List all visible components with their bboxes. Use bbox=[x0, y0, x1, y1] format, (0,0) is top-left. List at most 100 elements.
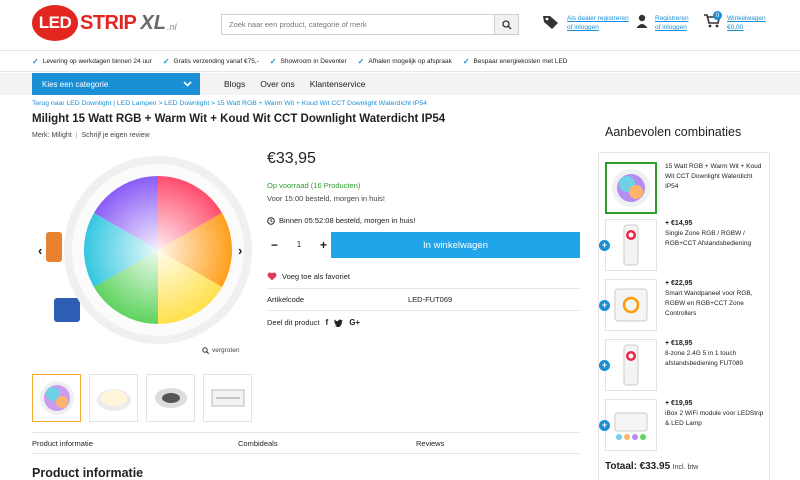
total-label: Totaal: bbox=[605, 461, 638, 472]
clock-icon bbox=[267, 216, 275, 225]
zoom-icon bbox=[202, 347, 209, 354]
combo-item[interactable]: 15 Watt RGB + Warm Wit + Koud Wit CCT Do… bbox=[605, 162, 765, 214]
quantity-stepper: − 1 + bbox=[267, 232, 331, 257]
twitter-icon[interactable] bbox=[334, 318, 344, 327]
article-code-row: Artikelcode LED-FUT069 bbox=[267, 288, 580, 311]
stock-status: Op voorraad (16 Producten) bbox=[267, 181, 361, 190]
site-header: LED STRIP XL .nl Als dealer registreren … bbox=[0, 0, 800, 50]
cart-count-badge: 0 bbox=[713, 11, 722, 20]
usp-item: ✓ Showroom in Deventer bbox=[270, 57, 347, 66]
tab-product-informatie[interactable]: Product informatie bbox=[32, 439, 93, 448]
gallery-prev-arrow[interactable]: ‹ bbox=[38, 243, 42, 258]
check-icon: ✓ bbox=[269, 56, 277, 66]
nav-item-klantenservice[interactable]: Klantenservice bbox=[310, 79, 366, 89]
add-favorite-button[interactable]: Voeg toe als favoriet bbox=[267, 272, 350, 281]
plus-icon[interactable]: + bbox=[599, 240, 610, 251]
dealer-login-link[interactable]: Als dealer registreren of inloggen bbox=[542, 14, 629, 32]
combo-item-image bbox=[605, 399, 657, 451]
account-link[interactable]: Registreren of inloggen bbox=[636, 14, 689, 32]
add-to-cart-button[interactable]: In winkelwagen bbox=[331, 232, 580, 258]
combo-panel: 15 Watt RGB + Warm Wit + Koud Wit CCT Do… bbox=[598, 152, 770, 480]
check-icon: ✓ bbox=[357, 56, 365, 66]
logo-strip: STRIP bbox=[80, 11, 137, 34]
combo-item[interactable]: + + €14,95 Single Zone RGB / RGBW / RGB+… bbox=[599, 219, 765, 271]
tab-combideals[interactable]: Combideals bbox=[238, 439, 278, 448]
combo-item-price: + €22,95 bbox=[665, 280, 693, 287]
combo-item-name: 15 Watt RGB + Warm Wit + Koud Wit CCT Do… bbox=[665, 163, 762, 190]
cart-icon-wrap: 0 bbox=[704, 11, 722, 30]
logo-led: LED bbox=[32, 5, 78, 41]
site-logo[interactable]: LED STRIP XL .nl bbox=[32, 5, 176, 41]
product-price: €33,95 bbox=[267, 150, 316, 167]
combo-total: Totaal: €33.95 Incl. btw bbox=[605, 461, 698, 472]
combo-item-name: Smart Wandpaneel voor RGB, RGBW en RGB+C… bbox=[665, 290, 753, 317]
logo-xl: XL bbox=[140, 11, 166, 34]
check-icon: ✓ bbox=[32, 56, 39, 66]
facebook-icon[interactable]: f bbox=[326, 318, 329, 327]
dealer-link-line1: Als dealer registreren bbox=[567, 15, 629, 22]
brand-line: Merk: Milight | Schrijf je eigen review bbox=[32, 132, 150, 139]
thumbnail[interactable] bbox=[203, 374, 252, 422]
gallery-next-arrow[interactable]: › bbox=[238, 243, 242, 258]
combo-item-image bbox=[605, 339, 657, 391]
user-icon bbox=[636, 14, 648, 28]
wall-panel-thumbnail bbox=[614, 288, 648, 322]
combo-item[interactable]: + + €19,95 iBox 2 WiFi module voor LEDSt… bbox=[599, 399, 765, 451]
category-dropdown-label: Kies een categorie bbox=[42, 79, 109, 89]
nav-item-blogs[interactable]: Blogs bbox=[224, 79, 245, 89]
remote-8zone-thumbnail bbox=[623, 344, 639, 386]
usp-text: Levering op werkdagen binnen 24 uur bbox=[42, 57, 152, 65]
favorite-label: Voeg toe als favoriet bbox=[282, 272, 350, 281]
combo-item-price: + €19,95 bbox=[665, 400, 693, 407]
thumbnail-image bbox=[39, 381, 74, 415]
write-review-link[interactable]: Schrijf je eigen review bbox=[82, 132, 150, 139]
plus-icon[interactable]: + bbox=[599, 360, 610, 371]
product-gallery: ‹ › vergroten bbox=[32, 150, 254, 362]
thumbnail-image bbox=[96, 389, 131, 411]
search-button[interactable] bbox=[494, 15, 518, 34]
combo-item[interactable]: + + €18,95 8-zone 2.4G 5 in 1 touch afst… bbox=[599, 339, 765, 391]
thumbnail-image bbox=[211, 389, 244, 407]
plus-icon[interactable]: + bbox=[599, 300, 610, 311]
product-tabs: Product informatie Combideals Reviews bbox=[32, 432, 580, 454]
separator: | bbox=[75, 132, 78, 139]
category-dropdown[interactable]: Kies een categorie bbox=[32, 73, 200, 95]
usp-bar: ✓ Levering op werkdagen binnen 24 uur ✓ Gr… bbox=[0, 50, 800, 72]
tag-icon bbox=[543, 16, 558, 29]
thumbnail[interactable] bbox=[146, 374, 195, 422]
quantity-value[interactable]: 1 bbox=[297, 240, 301, 249]
section-heading: Product informatie bbox=[32, 466, 144, 480]
search-input[interactable] bbox=[222, 15, 494, 34]
article-code-value: LED-FUT069 bbox=[408, 295, 453, 304]
logo-tld: .nl bbox=[166, 22, 177, 32]
google-plus-icon[interactable]: G+ bbox=[349, 318, 360, 327]
total-value: €33.95 bbox=[639, 461, 671, 472]
nav-item-over-ons[interactable]: Over ons bbox=[260, 79, 295, 89]
quantity-decrease-button[interactable]: − bbox=[271, 238, 278, 252]
combo-item[interactable]: + + €22,95 Smart Wandpaneel voor RGB, RG… bbox=[599, 279, 765, 331]
brand-label: Merk: Milight bbox=[32, 132, 72, 139]
quantity-increase-button[interactable]: + bbox=[320, 238, 327, 252]
zoom-button[interactable]: vergroten bbox=[202, 347, 239, 354]
cart-link[interactable]: 0 Winkelwagen €0,00 bbox=[704, 11, 766, 32]
thumbnail[interactable] bbox=[32, 374, 81, 422]
check-icon: ✓ bbox=[162, 56, 170, 66]
breadcrumb[interactable]: Terug naar LED Downlight | LED Lampen > … bbox=[32, 100, 427, 107]
thumbnail-strip bbox=[32, 374, 252, 422]
ibox-thumbnail bbox=[614, 412, 648, 440]
sidebar-heading: Aanbevolen combinaties bbox=[605, 125, 742, 139]
dealer-link-line2: of inloggen bbox=[567, 24, 599, 31]
combo-item-name: iBox 2 WiFi module voor LEDStrip & LED L… bbox=[665, 410, 764, 427]
product-image[interactable] bbox=[32, 150, 254, 350]
tab-reviews[interactable]: Reviews bbox=[416, 439, 444, 448]
combo-item-price: + €14,95 bbox=[665, 220, 693, 227]
account-link-line2: of inloggen bbox=[655, 24, 687, 31]
share-row: Deel dit product f G+ bbox=[267, 318, 360, 327]
plus-icon[interactable]: + bbox=[599, 420, 610, 431]
search-icon bbox=[501, 19, 511, 29]
combo-item-image bbox=[605, 279, 657, 331]
search-bar bbox=[221, 14, 519, 35]
combo-item-image bbox=[605, 219, 657, 271]
thumbnail[interactable] bbox=[89, 374, 138, 422]
account-link-line1: Registreren bbox=[655, 15, 689, 22]
